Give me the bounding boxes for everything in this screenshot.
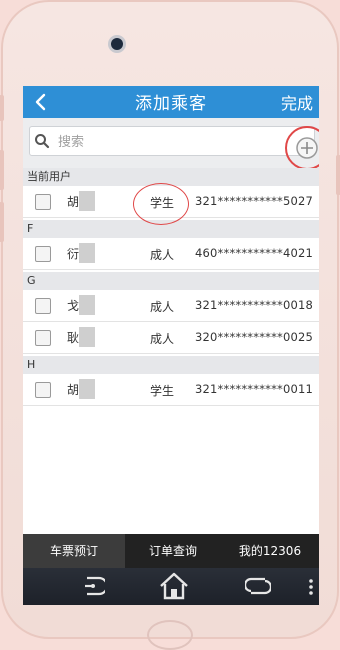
passenger-row[interactable]: 耿 成人 320***********0025: [23, 322, 319, 354]
passenger-name: 胡: [67, 195, 80, 209]
volume-button: [0, 150, 4, 190]
power-button: [336, 155, 340, 195]
bottom-tab-bar: 车票预订 订单查询 我的12306: [23, 534, 319, 568]
passenger-checkbox[interactable]: [35, 330, 51, 346]
passenger-type: 成人: [150, 248, 175, 262]
section-header: 当前用户: [23, 168, 319, 186]
add-passenger-icon: [296, 137, 318, 159]
nav-recent-icon[interactable]: [245, 575, 271, 597]
passenger-row[interactable]: 胡 学生 321***********0011: [23, 374, 319, 406]
search-area: [23, 118, 319, 168]
passenger-checkbox[interactable]: [35, 194, 51, 210]
passenger-type: 学生: [150, 384, 175, 398]
search-icon: [34, 133, 50, 153]
passenger-id: 321***********0018: [195, 298, 314, 312]
redacted-name: [79, 243, 95, 263]
tab-ticket-booking[interactable]: 车票预订: [23, 534, 125, 568]
annotation-circle: [133, 183, 189, 225]
passenger-row[interactable]: 戈 成人 321***********0018: [23, 290, 319, 322]
passenger-type: 成人: [150, 332, 175, 346]
passenger-checkbox[interactable]: [35, 298, 51, 314]
passenger-type: 成人: [150, 300, 175, 314]
passenger-id: 321***********0011: [195, 382, 314, 396]
passenger-name: 衍: [67, 247, 80, 261]
volume-button: [0, 95, 4, 121]
redacted-name: [79, 379, 95, 399]
passenger-name: 耿: [67, 331, 80, 345]
passenger-checkbox[interactable]: [35, 246, 51, 262]
passenger-name: 胡: [67, 383, 80, 397]
section-header: G: [23, 272, 319, 290]
tab-my-12306[interactable]: 我的12306: [221, 534, 319, 568]
passenger-name: 戈: [67, 299, 80, 313]
nav-back-icon[interactable]: [79, 575, 105, 597]
title-bar: 添加乘客 完成: [23, 86, 319, 118]
more-icon[interactable]: [307, 578, 315, 596]
tab-order-query[interactable]: 订单查询: [125, 534, 221, 568]
redacted-name: [79, 327, 95, 347]
volume-button: [0, 202, 4, 242]
search-box[interactable]: [29, 126, 315, 156]
phone-home-button[interactable]: [147, 620, 193, 650]
nav-home-icon[interactable]: [159, 572, 189, 600]
passenger-id: 460***********4021: [195, 246, 314, 260]
system-nav-bar: [23, 568, 319, 605]
section-header: H: [23, 356, 319, 374]
passenger-id: 321***********5027: [195, 194, 314, 208]
passenger-id: 320***********0025: [195, 330, 314, 344]
done-button[interactable]: 完成: [281, 90, 313, 114]
page-title: 添加乘客: [135, 94, 207, 114]
redacted-name: [79, 295, 95, 315]
app-screen: 添加乘客 完成 当前用户 胡: [23, 86, 319, 605]
phone-frame: 添加乘客 完成 当前用户 胡: [0, 0, 340, 650]
front-camera: [111, 38, 123, 50]
redacted-name: [79, 191, 95, 211]
passenger-checkbox[interactable]: [35, 382, 51, 398]
search-input[interactable]: [56, 131, 280, 153]
passenger-row[interactable]: 衍 成人 460***********4021: [23, 238, 319, 270]
